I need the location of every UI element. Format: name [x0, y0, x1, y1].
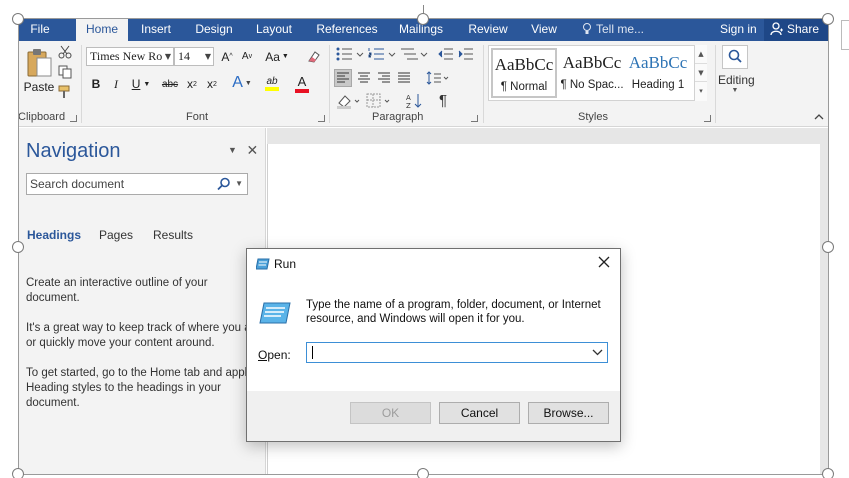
- run-dialog: Run Type the name of a program, folder, …: [246, 248, 621, 442]
- resize-handle-bottom[interactable]: [417, 468, 429, 478]
- run-title-bar: Run: [247, 249, 620, 279]
- resize-handle-top[interactable]: [417, 13, 429, 25]
- run-button-bar: OK Cancel Browse...: [247, 391, 620, 441]
- resize-handle-bottom-right[interactable]: [822, 468, 834, 478]
- ok-button[interactable]: OK: [350, 402, 431, 424]
- open-combobox[interactable]: [306, 342, 608, 363]
- browse-button[interactable]: Browse...: [528, 402, 609, 424]
- resize-handle-right[interactable]: [822, 241, 834, 253]
- open-label: Open:: [258, 348, 291, 362]
- chevron-down-icon[interactable]: [592, 347, 603, 358]
- close-icon[interactable]: [597, 255, 611, 269]
- run-title: Run: [274, 257, 297, 271]
- run-program-icon: [259, 302, 291, 324]
- resize-handle-bottom-left[interactable]: [12, 468, 24, 478]
- text-caret: [312, 346, 313, 359]
- cancel-button[interactable]: Cancel: [439, 402, 520, 424]
- screenshot-stage: File Home Insert Design Layout Reference…: [0, 0, 849, 478]
- run-body: Type the name of a program, folder, docu…: [247, 279, 620, 441]
- layout-options-button[interactable]: [841, 20, 849, 50]
- open-label-rest: pen:: [267, 348, 291, 362]
- resize-handle-top-left[interactable]: [12, 13, 24, 25]
- resize-handle-top-right[interactable]: [822, 13, 834, 25]
- run-description: Type the name of a program, folder, docu…: [306, 299, 601, 325]
- run-app-icon: [256, 258, 270, 270]
- resize-handle-left[interactable]: [12, 241, 24, 253]
